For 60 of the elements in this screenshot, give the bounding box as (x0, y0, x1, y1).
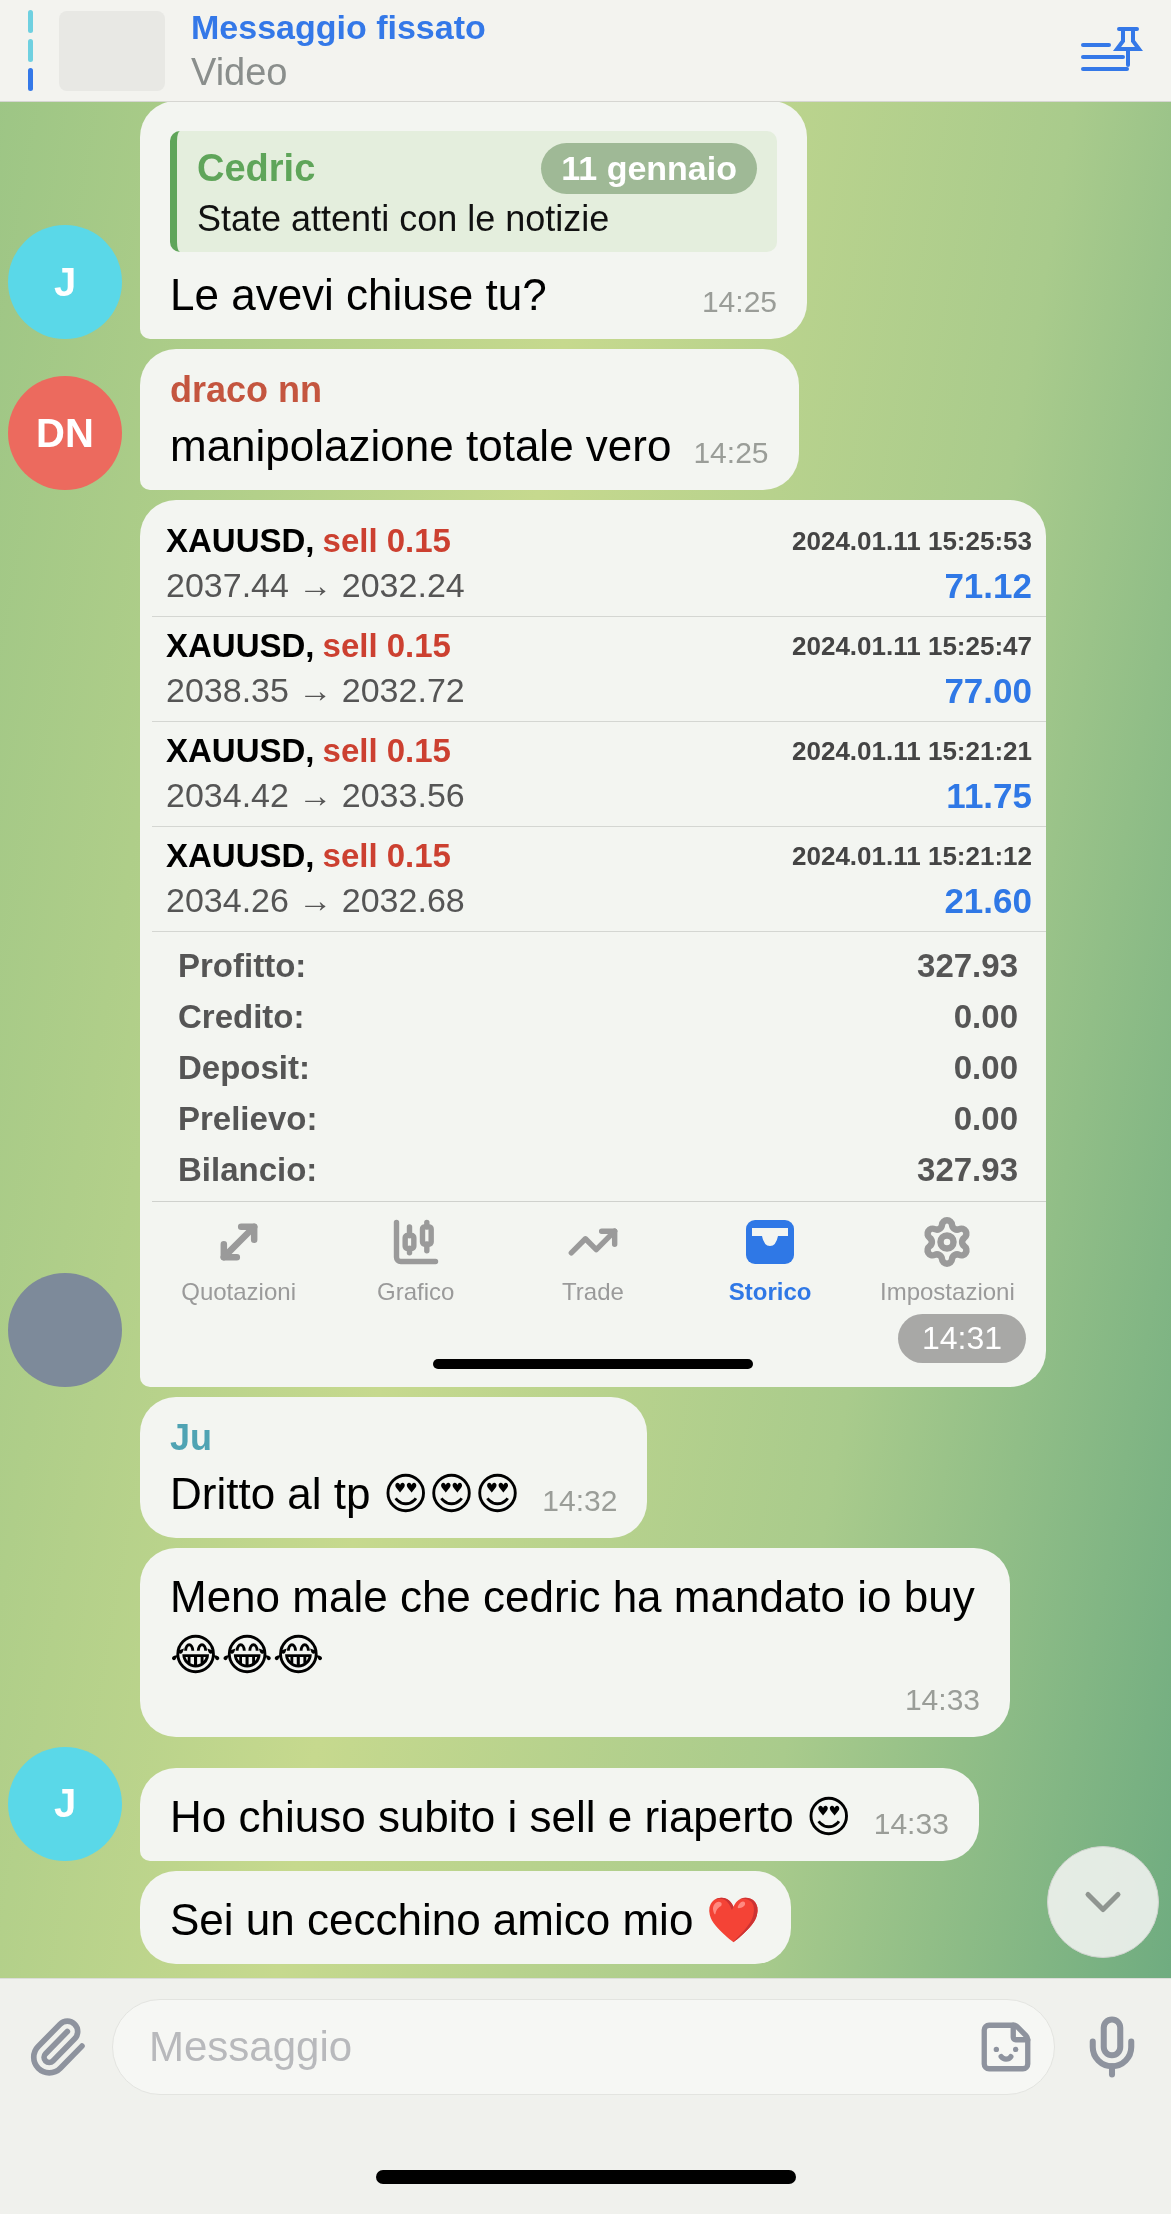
trade-side: sell 0.15 (322, 522, 451, 561)
app-tab[interactable]: Storico (681, 1216, 859, 1307)
trade-date: 2024.01.11 15:21:21 (792, 735, 1032, 767)
message-input-field[interactable]: Messaggio (112, 1999, 1055, 2095)
app-tab[interactable]: Impostazioni (858, 1216, 1036, 1307)
app-tab[interactable]: Grafico (327, 1216, 505, 1307)
trade-symbol: XAUUSD, (166, 627, 315, 666)
summary-value: 0.00 (953, 1099, 1018, 1138)
quote-author: Cedric (197, 146, 316, 190)
avatar[interactable]: J (8, 1746, 122, 1861)
summary-value: 0.00 (953, 1048, 1018, 1087)
trade-prices: 2034.42 → 2033.56 (166, 776, 466, 817)
summary-value: 0.00 (953, 997, 1018, 1036)
trade-prices: 2038.35 → 2032.72 (166, 671, 466, 712)
message-time: 14:32 (542, 1484, 618, 1519)
trade-symbol: XAUUSD, (166, 522, 315, 561)
message-time: 14:31 (897, 1314, 1026, 1364)
trade-profit: 21.60 (943, 881, 1032, 922)
summary-label: Deposit: (178, 1048, 310, 1087)
message-text: Sei un cecchino amico mio ❤ (170, 1893, 761, 1946)
trade-side: sell 0.15 (322, 627, 451, 666)
date-badge: 11 gennaio (541, 142, 757, 194)
trade-profit: 11.75 (945, 776, 1032, 817)
trade-profit: 77.00 (943, 671, 1032, 712)
pinned-subtitle: Video (191, 50, 289, 94)
trade-side: sell 0.15 (322, 837, 451, 876)
avatar[interactable]: DN (8, 376, 122, 491)
trade-profit: 71.12 (943, 566, 1032, 607)
message-text: manipolazione totale vero (170, 420, 672, 473)
avatar[interactable]: J (8, 225, 122, 340)
summary-label: Credito: (178, 997, 305, 1036)
message-text: Meno male che cedric ha mandato io buy 😂😂😂 (170, 1571, 976, 1681)
reply-quote[interactable]: Cedric 11 gennaio State attenti con le notizie (170, 130, 777, 252)
message-time: 14:25 (701, 285, 777, 320)
message-text: Ho chiuso subito i sell e riaperto 😍 (170, 1790, 852, 1843)
trade-date: 2024.01.11 15:25:53 (792, 525, 1032, 557)
trade-date: 2024.01.11 15:21:12 (792, 840, 1032, 872)
trade-prices: 2037.44 → 2032.24 (166, 566, 466, 607)
trade-symbol: XAUUSD, (166, 837, 315, 876)
summary-label: Profitto: (178, 946, 307, 985)
message-text: Le avevi chiuse tu? (170, 268, 547, 321)
app-tab[interactable]: Quotazioni (150, 1216, 328, 1307)
pinned-title: Messaggio fissato (191, 7, 487, 47)
trade-side: sell 0.15 (322, 732, 451, 771)
trade-date: 2024.01.11 15:25:47 (792, 630, 1032, 662)
trade-prices: 2034.26 → 2032.68 (166, 881, 466, 922)
message-time: 14:25 (693, 436, 769, 471)
message-time: 14:33 (904, 1682, 980, 1717)
message-time: 14:33 (873, 1806, 949, 1841)
quote-text: State attenti con le notizie (197, 197, 611, 240)
summary-label: Bilancio: (178, 1150, 318, 1189)
trade-symbol: XAUUSD, (166, 732, 315, 771)
message-text: Dritto al tp 😍😍😍 (170, 1468, 521, 1521)
app-tab[interactable]: Trade (504, 1216, 682, 1307)
summary-value: 327.93 (917, 946, 1018, 985)
summary-value: 327.93 (917, 1150, 1018, 1189)
sender-name[interactable]: Ju (170, 1417, 618, 1460)
sender-name[interactable]: draco nn (170, 369, 769, 412)
pinned-message-bar[interactable]: Messaggio fissato Video (0, 0, 1171, 102)
summary-label: Prelievo: (178, 1099, 318, 1138)
